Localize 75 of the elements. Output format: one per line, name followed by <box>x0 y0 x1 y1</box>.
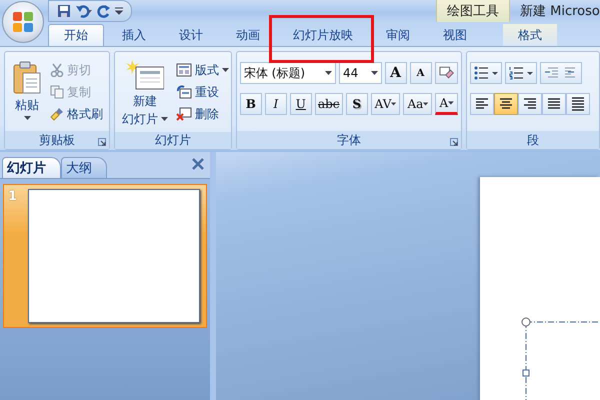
align-button[interactable] <box>494 93 518 115</box>
window-title: 新建 Microso <box>519 3 600 20</box>
caret-icon <box>24 116 30 120</box>
command-button[interactable]: 删除 <box>176 105 229 123</box>
align-button[interactable] <box>566 93 590 115</box>
brush-icon <box>50 107 64 121</box>
align-button[interactable] <box>518 93 542 115</box>
dialog-launcher-icon <box>450 138 458 146</box>
group-label: 幻灯片 <box>154 132 191 149</box>
font-name-field[interactable]: 宋体 (标题) <box>240 62 336 84</box>
format-button[interactable]: Aa <box>403 93 432 115</box>
format-button[interactable]: AV <box>370 93 400 115</box>
caret-icon <box>370 71 378 75</box>
save-icon <box>57 4 71 18</box>
reset-icon <box>176 85 192 99</box>
bullet-list-icon <box>474 66 498 80</box>
layout-icon <box>176 63 192 77</box>
delete-icon <box>176 107 192 121</box>
caret-icon <box>160 117 168 121</box>
ribbon-tab[interactable]: 幻灯片放映 <box>278 24 368 46</box>
format-button[interactable]: S <box>346 93 368 115</box>
scissors-icon <box>50 63 64 77</box>
align-left-icon <box>474 97 489 111</box>
align-right-icon <box>522 97 537 111</box>
group-label: 字体 <box>336 132 361 148</box>
caret-icon <box>325 71 332 75</box>
format-button[interactable]: I <box>264 93 287 115</box>
caret-icon <box>391 102 396 106</box>
undo-icon <box>75 4 93 18</box>
ribbon-tab[interactable]: 动画 <box>221 24 275 46</box>
ribbon-tab[interactable]: 设计 <box>164 24 218 46</box>
align-button[interactable] <box>542 93 566 115</box>
format-button[interactable]: U <box>290 93 312 115</box>
redo-icon <box>97 4 111 18</box>
shrink-font-button[interactable]: A <box>410 62 432 84</box>
font-color-button[interactable]: A <box>435 93 458 115</box>
new-slide-button[interactable]: 新建 幻灯片 <box>118 57 172 129</box>
close-icon <box>192 158 204 170</box>
clear-format-button[interactable] <box>434 62 458 84</box>
customize-caret-icon <box>115 7 123 15</box>
copy-icon <box>50 85 64 99</box>
group-label: 剪贴板 <box>38 132 75 148</box>
caret-icon <box>448 101 454 105</box>
ribbon-tab[interactable]: 开始 <box>48 24 104 46</box>
new-slide-icon <box>126 59 164 91</box>
pane-tab[interactable]: 大纲 <box>61 157 107 178</box>
contextual-tab-label: 绘图工具 <box>436 0 510 22</box>
ribbon-tab[interactable]: 格式 <box>503 24 557 46</box>
align-center-icon <box>498 97 513 111</box>
paste-button[interactable]: 粘贴 <box>8 59 46 128</box>
format-button[interactable]: abc <box>314 93 343 115</box>
pane-tab[interactable]: 幻灯片 <box>2 157 61 178</box>
slide-number: 1 <box>8 189 18 206</box>
clipboard-icon <box>12 61 42 95</box>
ribbon-tab[interactable]: 视图 <box>428 24 482 46</box>
grow-font-button[interactable]: A <box>384 62 407 84</box>
format-button[interactable]: B <box>240 93 262 115</box>
command-button[interactable]: 格式刷 <box>50 105 103 123</box>
indent-icon <box>544 66 578 80</box>
bullets-button[interactable] <box>470 62 502 84</box>
command-button[interactable]: 重设 <box>176 83 229 101</box>
group-label: 段 <box>526 132 539 148</box>
align-distributed-icon <box>570 97 585 111</box>
dialog-launcher-icon <box>98 138 106 146</box>
command-button[interactable]: 版式 <box>176 61 229 79</box>
ribbon-tab[interactable]: 插入 <box>107 24 161 46</box>
eraser-icon <box>438 66 454 80</box>
numbered-list-icon <box>508 66 533 80</box>
office-logo-icon <box>11 10 35 34</box>
numbering-button[interactable] <box>504 62 537 84</box>
align-button[interactable] <box>470 93 494 115</box>
ribbon-tab[interactable]: 审阅 <box>371 24 425 46</box>
align-justify-icon <box>546 97 561 111</box>
font-size-field[interactable]: 44 <box>339 62 382 84</box>
caret-icon <box>423 102 428 106</box>
